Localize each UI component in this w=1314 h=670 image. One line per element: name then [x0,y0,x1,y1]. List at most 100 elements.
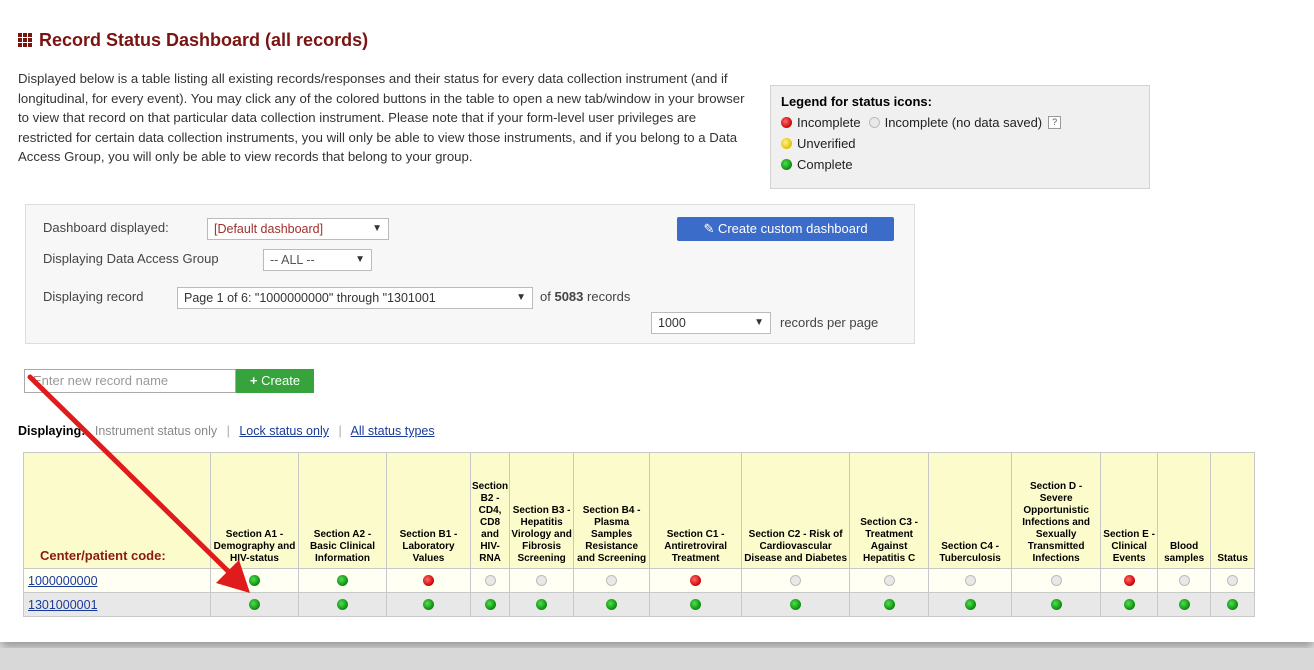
record-page-select[interactable]: Page 1 of 6: "1000000000" through "13010… [177,287,533,309]
legend-title: Legend for status icons: [781,94,932,109]
column-header: Section A2 - Basic Clinical Information [298,452,387,569]
page: Record Status Dashboard (all records) Di… [0,0,1314,642]
per-page-label: records per page [780,315,879,330]
complete-status-icon[interactable] [249,598,260,610]
complete-status-icon[interactable] [964,598,976,610]
status-legend: Legend for status icons: Incomplete Inco… [770,85,1150,189]
complete-status-icon[interactable] [423,598,434,610]
nodata-status-icon[interactable] [606,574,618,586]
complete-status-icon[interactable] [249,574,260,586]
complete-status-icon[interactable] [337,574,348,586]
create-record-button[interactable]: + Create [236,369,314,393]
legend-incomplete: Incomplete [797,115,861,130]
nodata-status-icon [868,117,880,128]
complete-status-icon[interactable] [536,598,548,610]
nodata-status-icon[interactable] [1178,574,1190,586]
record-label: Displaying record [43,289,144,304]
status-cell [849,568,930,593]
legend-complete: Complete [797,157,853,172]
incomplete-status-icon[interactable] [1123,574,1135,586]
complete-status-icon[interactable] [1178,598,1190,610]
create-custom-dashboard-button[interactable]: ✎ Create custom dashboard [677,217,894,241]
nodata-status-icon[interactable] [883,574,895,586]
page-title: Record Status Dashboard (all records) [18,30,368,51]
legend-incomplete-nodata: Incomplete (no data saved) [884,115,1043,130]
status-cell [210,592,299,617]
incomplete-status-icon[interactable] [423,574,434,586]
status-cell [509,592,575,617]
nodata-status-icon[interactable] [964,574,976,586]
new-record-input[interactable]: Enter new record name [24,369,236,393]
column-header: Status [1210,452,1256,569]
nodata-status-icon[interactable] [484,574,496,586]
dag-select[interactable]: -- ALL -- ▼ [263,249,372,271]
status-cell [741,592,851,617]
status-cell [298,592,387,617]
status-cell [573,568,651,593]
chevron-down-icon: ▼ [516,292,526,303]
lock-status-link[interactable]: Lock status only [239,424,329,438]
complete-status-icon[interactable] [790,598,802,610]
status-cell [469,592,511,617]
window-bottom-band [0,648,1314,670]
record-id-cell: 1000000000 [23,568,211,593]
status-cell [928,568,1013,593]
incomplete-status-icon[interactable] [690,574,702,586]
column-header: Section C3 - Treatment Against Hepatitis… [849,452,930,569]
nodata-status-icon[interactable] [1050,574,1062,586]
complete-status-icon[interactable] [690,598,702,610]
column-header: Section E - Clinical Events [1100,452,1159,569]
complete-status-icon[interactable] [337,598,348,610]
complete-status-icon[interactable] [883,598,895,610]
plus-icon: + [249,373,258,388]
column-header: Section B1 - Laboratory Values [386,452,471,569]
column-header: Section B3 - Hepatitis Virology and Fibr… [509,452,575,569]
status-cell [386,568,471,593]
status-cell [298,568,387,593]
record-id-link[interactable]: 1000000000 [28,574,98,588]
column-header: Section C4 - Tuberculosis [928,452,1013,569]
chevron-down-icon: ▼ [372,223,382,234]
complete-status-icon[interactable] [1050,598,1062,610]
table-row: 1000000000 [23,568,1256,593]
status-cell [1011,568,1102,593]
legend-unverified: Unverified [797,136,856,151]
status-cell [741,568,851,593]
status-cell [469,568,511,593]
incomplete-status-icon [781,117,792,128]
unverified-status-icon [781,138,792,149]
record-id-link[interactable]: 1301000001 [28,598,98,612]
nodata-status-icon[interactable] [536,574,548,586]
complete-status-icon[interactable] [606,598,618,610]
status-cell [573,592,651,617]
status-cell [849,592,930,617]
dashboard-select[interactable]: [Default dashboard] ▼ [207,218,389,240]
help-icon[interactable]: ? [1048,116,1062,129]
column-header: Section C2 - Risk of Cardiovascular Dise… [741,452,851,569]
instrument-status-option: Instrument status only [94,424,218,438]
column-header: Section A1 - Demography and HIV-status [210,452,299,569]
nodata-status-icon[interactable] [1227,574,1239,586]
complete-status-icon[interactable] [484,598,496,610]
records-count-text: of 5083 records [540,289,631,304]
status-cell [649,568,743,593]
status-cell [1100,568,1159,593]
complete-status-icon[interactable] [1227,598,1239,610]
column-header: Section D - Severe Opportunistic Infecti… [1011,452,1102,569]
per-page-select[interactable]: 1000 ▼ [651,312,771,334]
status-cell [1011,592,1102,617]
record-status-table: Center/patient code: Section A1 - Demogr… [23,452,1256,617]
all-status-types-link[interactable]: All status types [351,424,435,438]
dag-label: Displaying Data Access Group [43,251,219,266]
column-header: Section B4 - Plasma Samples Resistance a… [573,452,651,569]
nodata-status-icon[interactable] [790,574,802,586]
complete-status-icon[interactable] [1123,598,1135,610]
chevron-down-icon: ▼ [355,254,365,265]
chevron-down-icon: ▼ [754,317,764,328]
record-id-cell: 1301000001 [23,592,211,617]
center-patient-code-header[interactable]: Center/patient code: [23,452,211,569]
column-header: Section B2 - CD4, CD8 and HIV-RNA [469,452,511,569]
displaying-label: Displaying: [18,424,86,438]
status-cell [1210,592,1256,617]
pencil-icon: ✎ [703,221,715,236]
